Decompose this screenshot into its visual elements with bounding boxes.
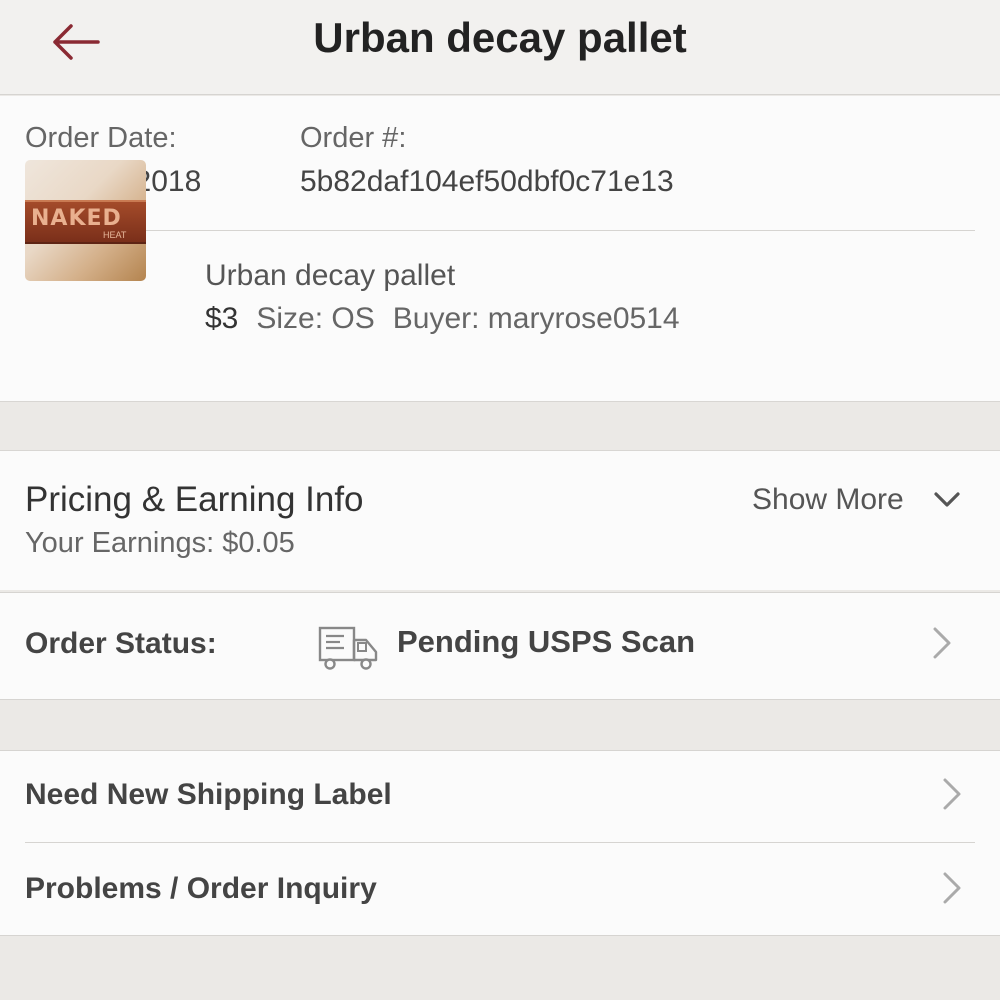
truck-icon [318,626,378,670]
chevron-right-icon [933,627,951,659]
order-status-label: Order Status: [25,627,217,660]
divider [25,230,975,231]
item-price: $3 [205,302,239,335]
pricing-card [0,450,1000,590]
earnings-text: Your Earnings: $0.05 [25,527,295,559]
pricing-title: Pricing & Earning Info [25,480,364,519]
item-size: Size: OS [256,302,375,335]
item-buyer: Buyer: maryrose0514 [392,302,680,335]
item-name: Urban decay pallet [205,259,456,292]
header-bar: Urban decay pallet [0,0,1000,95]
problems-order-inquiry-row[interactable]: Problems / Order Inquiry [0,843,1000,935]
thumbnail-subtext: HEAT [103,230,127,240]
item-thumbnail[interactable]: NAKED HEAT [25,160,146,281]
order-number-value: 5b82daf104ef50dbf0c71e13 [300,165,674,198]
chevron-down-icon[interactable] [932,490,962,510]
order-status-value: Pending USPS Scan [397,624,696,659]
need-shipping-label-row[interactable]: Need New Shipping Label [0,750,1000,842]
item-meta: $3 Size: OS Buyer: maryrose0514 [205,302,680,336]
chevron-right-icon [943,872,961,904]
order-date-label: Order Date: [25,122,177,154]
page-title: Urban decay pallet [313,14,687,61]
show-more-button[interactable]: Show More [752,483,904,517]
thumbnail-text: NAKED [31,206,122,231]
chevron-right-icon [943,778,961,810]
need-shipping-label-text: Need New Shipping Label [25,778,392,811]
order-number-label: Order #: [300,122,407,154]
problems-order-inquiry-text: Problems / Order Inquiry [25,872,377,905]
